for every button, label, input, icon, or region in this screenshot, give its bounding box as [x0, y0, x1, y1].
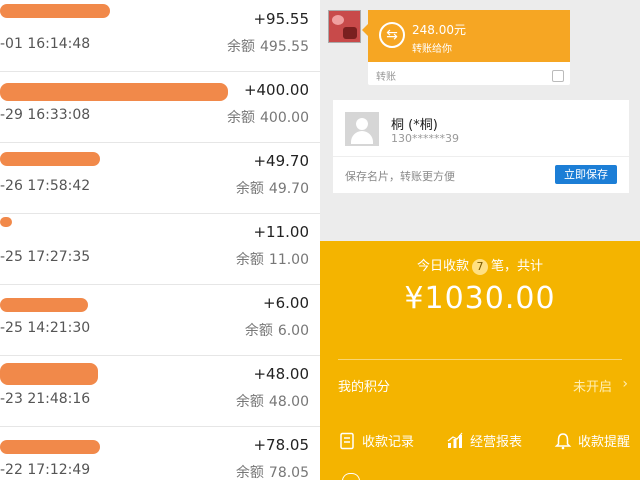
- balance-label: 余额: [227, 39, 255, 55]
- balance-label: 余额: [227, 110, 255, 126]
- avatar-detail: [343, 27, 357, 39]
- bell-icon: [554, 432, 572, 449]
- balance-value: 11.00: [268, 252, 309, 268]
- collection-panel: 今日收款 7 笔，共计 ¥1030.00 我的积分 未开启 › 收款记录 经营报表 …: [320, 241, 640, 482]
- transaction-amount: +11.00: [253, 223, 309, 241]
- contact-name: 桐 (*桐): [391, 118, 438, 133]
- action-bar: 收款记录 经营报表 收款提醒: [320, 431, 640, 461]
- transaction-balance: 余额 6.00: [245, 320, 309, 340]
- today-summary: 今日收款 7 笔，共计: [320, 255, 640, 275]
- transaction-amount: +49.70: [253, 152, 309, 170]
- transaction-row[interactable]: +400.00 -29 16:33:08 余额 400.00: [0, 71, 320, 143]
- today-suffix: 笔，共计: [491, 259, 544, 274]
- transaction-row[interactable]: +95.55 -01 16:14:48 余额 495.55: [0, 0, 320, 72]
- transfer-bubble[interactable]: ⇆ 248.00元 转账给你 转账: [362, 10, 570, 85]
- transaction-amount: +78.05: [253, 436, 309, 454]
- wallet-icon: [552, 70, 564, 82]
- balance-label: 余额: [244, 323, 273, 339]
- balance-value: 78.05: [268, 465, 309, 480]
- transaction-row[interactable]: +6.00 -25 14:21:30 余额 6.00: [0, 284, 320, 356]
- save-hint: 保存名片，转账更方便: [345, 170, 455, 183]
- transaction-time: -26 17:58:42: [0, 178, 91, 194]
- redaction-scribble: [0, 217, 12, 227]
- chevron-right-icon[interactable]: ›: [622, 376, 628, 392]
- save-now-button[interactable]: 立即保存: [555, 165, 617, 184]
- transaction-balance: 余额 11.00: [236, 249, 309, 269]
- points-label[interactable]: 我的积分: [338, 376, 390, 395]
- today-total: ¥1030.00: [404, 281, 556, 316]
- receipt-icon: [340, 432, 354, 449]
- transaction-row[interactable]: +78.05 -22 17:12:49 余额 78.05: [0, 426, 320, 480]
- contact-card: 桐 (*桐) 130******39 保存名片，转账更方便 立即保存: [333, 100, 629, 193]
- redaction-scribble: [0, 363, 98, 385]
- today-prefix: 今日收款: [416, 259, 469, 274]
- transaction-amount: +6.00: [263, 294, 309, 312]
- transfer-footer: 转账: [376, 72, 396, 83]
- transaction-amount: +95.55: [253, 10, 309, 28]
- transaction-time: -23 21:48:16: [0, 391, 91, 407]
- transaction-row[interactable]: +49.70 -26 17:58:42 余额 49.70: [0, 142, 320, 214]
- balance-value: 495.55: [260, 39, 309, 55]
- balance-label: 余额: [235, 465, 264, 480]
- balance-value: 6.00: [277, 323, 309, 339]
- business-report-label: 经营报表: [470, 435, 523, 450]
- transfer-desc: 转账给你: [412, 44, 452, 55]
- balance-value: 400.00: [260, 110, 309, 126]
- avatar[interactable]: [328, 10, 361, 43]
- divider: [333, 156, 629, 157]
- chart-icon: [447, 432, 463, 448]
- transfer-amount: 248.00元: [412, 23, 466, 37]
- redaction-scribble: [0, 83, 228, 101]
- transaction-balance: 余额 49.70: [236, 178, 309, 198]
- redaction-scribble: [0, 4, 110, 18]
- redaction-scribble: [0, 152, 100, 166]
- balance-label: 余额: [235, 394, 264, 410]
- transaction-time: -22 17:12:49: [0, 462, 91, 478]
- transaction-time: -25 14:21:30: [0, 320, 91, 336]
- transfer-icon: ⇆: [379, 22, 405, 48]
- transaction-time: -25 17:27:35: [0, 249, 91, 265]
- transaction-amount: +48.00: [253, 365, 309, 383]
- collection-reminder-button[interactable]: 收款提醒: [554, 431, 630, 461]
- balance-label: 余额: [235, 252, 264, 268]
- points-status[interactable]: 未开启: [573, 376, 612, 395]
- transaction-balance: 余额 78.05: [236, 462, 309, 480]
- transaction-balance: 余额 495.55: [227, 36, 309, 56]
- receipt-records-label: 收款记录: [362, 435, 415, 450]
- transaction-list: +95.55 -01 16:14:48 余额 495.55 +400.00 -29…: [0, 0, 320, 480]
- divider: [338, 359, 622, 360]
- balance-label: 余额: [235, 181, 264, 197]
- chat-area: ⇆ 248.00元 转账给你 转账 桐 (*桐) 130******39 保存名…: [320, 0, 640, 241]
- contact-phone: 130******39: [391, 132, 459, 145]
- transaction-row[interactable]: +11.00 -25 17:27:35 余额 11.00: [0, 213, 320, 285]
- balance-value: 49.70: [268, 181, 309, 197]
- transaction-balance: 余额 400.00: [227, 107, 309, 127]
- transaction-time: -29 16:33:08: [0, 107, 91, 123]
- transaction-balance: 余额 48.00: [236, 391, 309, 411]
- redaction-scribble: [0, 440, 100, 454]
- balance-value: 48.00: [268, 394, 309, 410]
- transaction-amount: +400.00: [243, 81, 309, 99]
- transaction-time: -01 16:14:48: [0, 36, 91, 52]
- today-count: 7: [472, 259, 488, 275]
- avatar-icon: [345, 112, 379, 146]
- transaction-row[interactable]: +48.00 -23 21:48:16 余额 48.00: [0, 355, 320, 427]
- receipt-records-button[interactable]: 收款记录: [338, 431, 414, 461]
- avatar-detail: [332, 15, 344, 25]
- collection-reminder-label: 收款提醒: [578, 435, 631, 450]
- partial-icon: [342, 473, 360, 482]
- redaction-scribble: [0, 298, 88, 312]
- business-report-button[interactable]: 经营报表: [446, 431, 522, 461]
- transfer-bubble-header: ⇆ 248.00元 转账给你: [362, 10, 570, 62]
